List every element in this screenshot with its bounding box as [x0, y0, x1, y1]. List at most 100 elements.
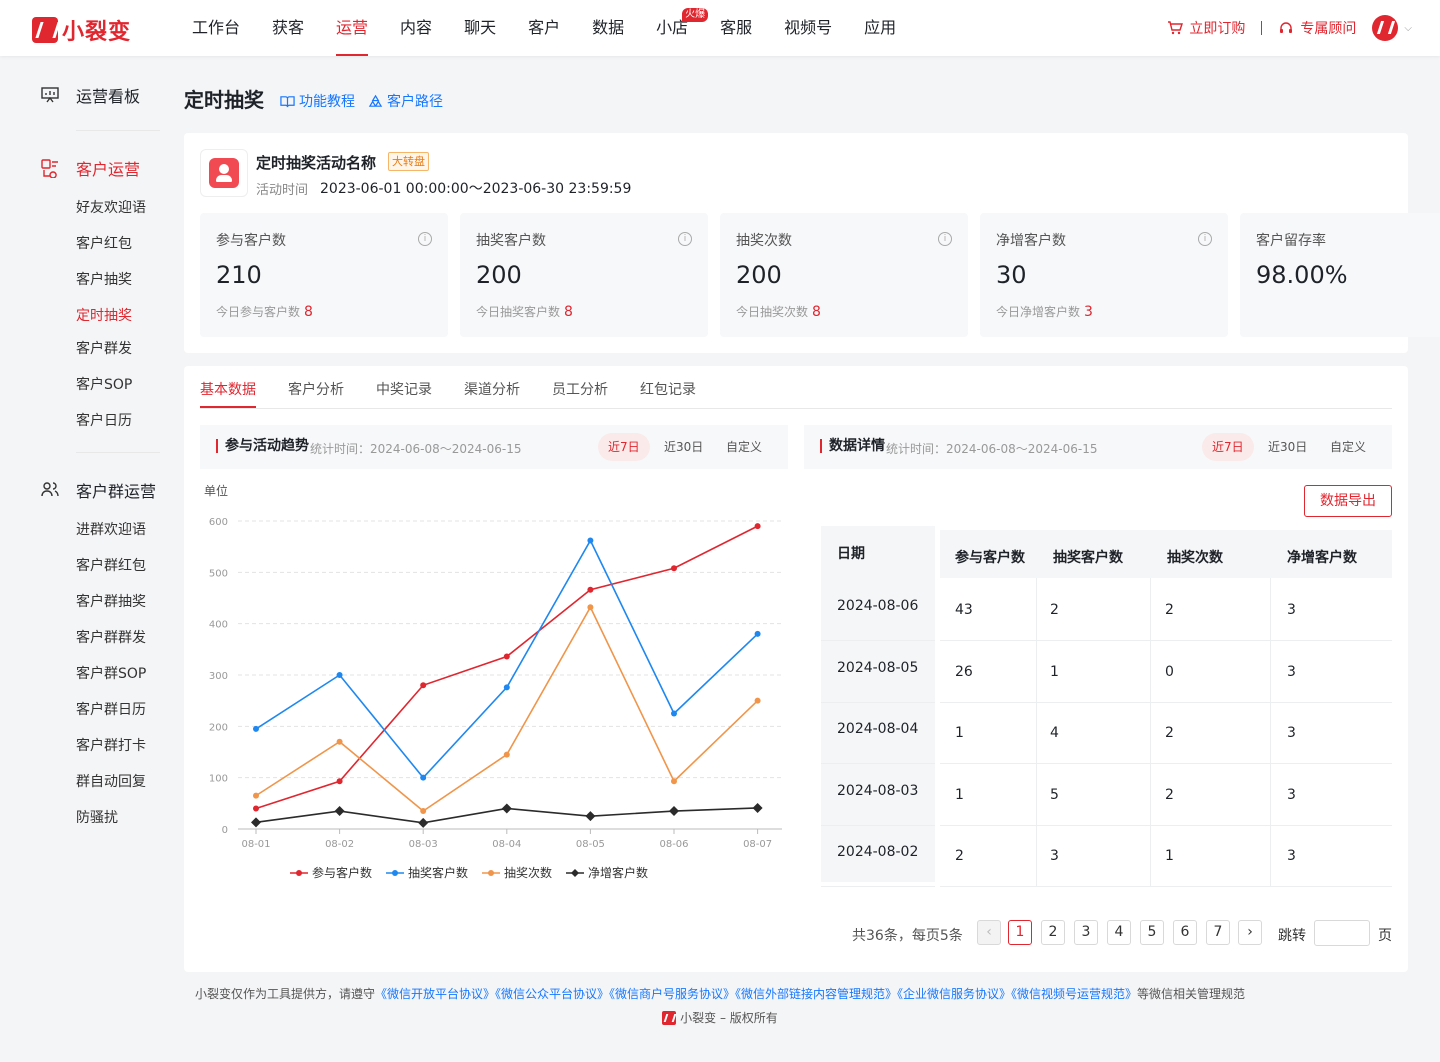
nav-item-chat[interactable]: 聊天	[448, 0, 512, 56]
range-custom-button[interactable]: 自定义	[1320, 433, 1376, 461]
footer-agreement-link[interactable]: 《微信商户号服务协议》	[609, 987, 735, 1001]
sidebar-item-group-sop[interactable]: 客户群SOP	[76, 663, 146, 683]
sidebar-item-group-broadcast[interactable]: 客户群群发	[76, 627, 146, 647]
sidebar-item-friend-welcome[interactable]: 好友欢迎语	[76, 197, 146, 217]
nav-item-channels[interactable]: 视频号	[768, 0, 848, 56]
tab-staff-analysis[interactable]: 员工分析	[552, 379, 608, 399]
prev-page-button[interactable]: ‹	[977, 920, 1001, 945]
stat-sub: 今日抽奖客户数 8	[476, 303, 573, 320]
data-point	[336, 738, 343, 745]
sidebar-item-customer-redpacket[interactable]: 客户红包	[76, 233, 132, 253]
footer-agreement-link[interactable]: 《微信外部链接内容管理规范》	[735, 987, 897, 1001]
x-tick-label: 08-06	[659, 839, 688, 850]
nav-item-customer[interactable]: 客户	[512, 0, 576, 56]
activity-tag: 大转盘	[388, 152, 429, 171]
nav-item-workbench[interactable]: 工作台	[176, 0, 256, 56]
x-tick-label: 08-05	[576, 839, 605, 850]
tab-basic-data[interactable]: 基本数据	[200, 379, 256, 408]
footer-agreement-link[interactable]: 《企业微信服务协议》	[897, 987, 1011, 1001]
page-jump-input[interactable]	[1314, 920, 1370, 946]
sidebar-item-group-autoreply[interactable]: 群自动回复	[76, 771, 146, 791]
data-point	[503, 653, 510, 660]
nav-item-operations[interactable]: 运营	[320, 0, 384, 56]
sidebar-item-anti-harass[interactable]: 防骚扰	[76, 807, 118, 827]
page-number-button[interactable]: 5	[1140, 920, 1164, 945]
nav-item-acquire[interactable]: 获客	[256, 0, 320, 56]
main-nav: 工作台 获客 运营 内容 聊天 客户 数据 小店 火爆 客服 视频号 应用	[176, 0, 912, 56]
nav-item-shop[interactable]: 小店 火爆	[640, 0, 709, 56]
range-30d-button[interactable]: 近30日	[1258, 433, 1317, 461]
page-number-button[interactable]: 1	[1008, 920, 1032, 945]
info-icon[interactable]: i	[418, 232, 432, 246]
logo[interactable]: 小裂变	[32, 14, 131, 46]
x-tick-label: 08-03	[409, 839, 438, 850]
sidebar-item-group-checkin[interactable]: 客户群打卡	[76, 735, 146, 755]
data-point	[420, 774, 427, 781]
stat-label: 参与客户数	[216, 233, 286, 249]
activity-name: 定时抽奖活动名称	[256, 154, 377, 172]
chevron-down-icon[interactable]: ⌵	[1404, 23, 1412, 34]
page-number-button[interactable]: 4	[1107, 920, 1131, 945]
legend-label: 净增客户数	[588, 866, 649, 880]
tab-channel-analysis[interactable]: 渠道分析	[464, 379, 520, 399]
next-page-button[interactable]: ›	[1238, 920, 1262, 945]
tab-customer-analysis[interactable]: 客户分析	[288, 379, 344, 399]
user-avatar[interactable]	[1372, 15, 1399, 41]
nav-item-content[interactable]: 内容	[384, 0, 448, 56]
info-icon[interactable]: i	[1198, 232, 1212, 246]
legend-marker-icon	[566, 868, 585, 877]
page-number-button[interactable]: 7	[1206, 920, 1230, 945]
sidebar-item-group-welcome[interactable]: 进群欢迎语	[76, 519, 146, 539]
legend-item[interactable]: 抽奖客户数	[386, 864, 468, 881]
legend-item[interactable]: 净增客户数	[566, 864, 648, 881]
range-7d-button[interactable]: 近7日	[1202, 433, 1254, 461]
page-number-button[interactable]: 2	[1041, 920, 1065, 945]
sidebar-item-timed-lottery[interactable]: 定时抽奖	[76, 305, 132, 325]
nav-item-data[interactable]: 数据	[576, 0, 640, 56]
sidebar-item-customer-sop[interactable]: 客户SOP	[76, 374, 132, 394]
series-line	[255, 525, 758, 810]
info-icon[interactable]: i	[678, 232, 692, 246]
page-number-button[interactable]: 3	[1074, 920, 1098, 945]
legend-item[interactable]: 参与客户数	[290, 864, 372, 881]
advisor-link[interactable]: 专属顾问	[1278, 18, 1356, 38]
footer-agreement-link[interactable]: 《微信视频号运营规范》	[1011, 987, 1137, 1001]
sidebar-item-board[interactable]: 运营看板	[38, 83, 140, 107]
footer-agreement-link[interactable]: 《微信开放平台协议》	[375, 987, 495, 1001]
sidebar-item-group-calendar[interactable]: 客户群日历	[76, 699, 146, 719]
footer-terms: 小裂变仅作为工具提供方，请遵守《微信开放平台协议》《微信公众平台协议》《微信商户…	[0, 985, 1440, 1002]
footer-suffix: 等微信相关管理规范	[1137, 987, 1246, 1001]
info-icon[interactable]: i	[938, 232, 952, 246]
order-now-link[interactable]: 立即订购	[1167, 18, 1245, 38]
sidebar-item-customer-calendar[interactable]: 客户日历	[76, 410, 132, 430]
range-30d-button[interactable]: 近30日	[654, 433, 713, 461]
sidebar-item-customer-lottery[interactable]: 客户抽奖	[76, 269, 132, 289]
table-cell: 2	[955, 848, 964, 864]
sidebar-item-group-lottery[interactable]: 客户群抽奖	[76, 591, 146, 611]
sidebar-item-group-redpacket[interactable]: 客户群红包	[76, 555, 146, 575]
sidebar-customer-ops-label: 客户运营	[76, 160, 141, 179]
footer-agreement-link[interactable]: 《微信公众平台协议》	[495, 987, 609, 1001]
tab-winning-records[interactable]: 中奖记录	[376, 379, 432, 399]
customer-path-link[interactable]: 客户路径	[368, 91, 443, 111]
tutorial-link[interactable]: 功能教程	[280, 91, 355, 111]
nav-item-service[interactable]: 客服	[704, 0, 768, 56]
stat-value: 98.00%	[1256, 261, 1348, 289]
x-tick-label: 08-04	[492, 839, 521, 850]
range-custom-button[interactable]: 自定义	[716, 433, 772, 461]
top-right-actions: 立即订购 专属顾问 ⌵	[1167, 14, 1412, 42]
customer-ops-icon	[38, 156, 62, 180]
tab-redpacket-records[interactable]: 红包记录	[640, 379, 696, 399]
sidebar-item-customer-broadcast[interactable]: 客户群发	[76, 338, 132, 358]
row-divider	[940, 702, 1392, 703]
legend-item[interactable]: 抽奖次数	[482, 864, 552, 881]
stat-sub-value: 3	[1084, 304, 1093, 320]
export-data-button[interactable]: 数据导出	[1304, 485, 1392, 517]
page-number-button[interactable]: 6	[1173, 920, 1197, 945]
legend-label: 抽奖次数	[504, 866, 553, 880]
sidebar-group-group-ops[interactable]: 客户群运营	[38, 478, 156, 502]
nav-item-apps[interactable]: 应用	[848, 0, 912, 56]
row-divider	[821, 886, 935, 887]
range-7d-button[interactable]: 近7日	[598, 433, 650, 461]
sidebar-group-customer-ops[interactable]: 客户运营	[38, 156, 140, 180]
